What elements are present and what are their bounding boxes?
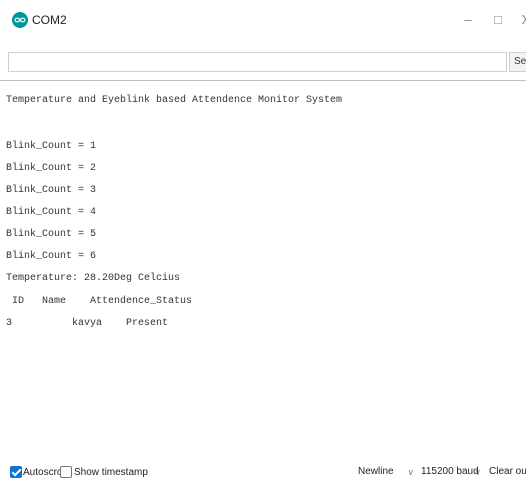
clear-output-button[interactable]: Clear output [489,464,526,482]
serial-output-line: Temperature: 28.20Deg Celcius [6,273,181,284]
serial-output-line: Blink_Count = 6 [6,251,97,262]
maximize-button[interactable]: □ [488,10,508,30]
chevron-down-icon: ∨ [407,467,414,477]
serial-output-line: ID Name Attendence_Status [6,296,193,307]
chevron-down-icon: ∨ [474,467,481,477]
send-button[interactable]: Send [509,52,526,72]
serial-output-line: Blink_Count = 2 [6,163,97,174]
window-title: COM2 [32,13,67,27]
show-timestamp-checkbox[interactable] [60,466,72,478]
serial-output-line: Blink_Count = 3 [6,185,97,196]
minimize-button[interactable]: – [458,10,478,30]
baud-rate-select[interactable]: 115200 baud ∨ [421,464,481,482]
serial-output[interactable]: Temperature and Eyeblink based Attendenc… [6,94,521,434]
show-timestamp-label: Show timestamp [74,467,148,478]
serial-output-line: Blink_Count = 4 [6,207,97,218]
line-ending-select[interactable]: Newline ∨ [358,464,414,482]
divider [0,80,526,81]
status-bar: Autoscroll Show timestamp Newline ∨ 1152… [0,462,526,484]
serial-output-line: Blink_Count = 5 [6,229,97,240]
send-row: Send [0,50,526,76]
baud-rate-value: 115200 baud [421,466,479,477]
serial-output-line: 3 kavya Present [6,318,169,329]
title-bar: COM2 – □ X [0,0,526,46]
arduino-logo-icon [12,12,28,28]
line-ending-value: Newline [358,466,394,477]
serial-output-line: Temperature and Eyeblink based Attendenc… [6,95,343,106]
autoscroll-checkbox[interactable] [10,466,22,478]
close-button[interactable]: X [516,10,526,30]
serial-input[interactable] [8,52,507,72]
serial-output-line: Blink_Count = 1 [6,141,97,152]
